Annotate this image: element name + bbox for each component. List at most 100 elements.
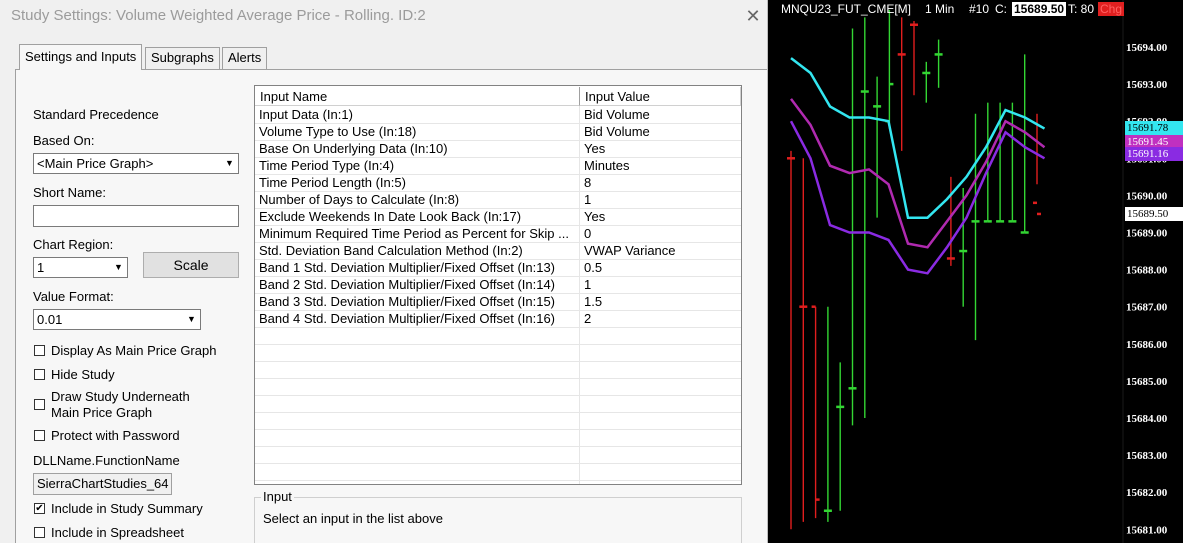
- value-format-value: 0.01: [37, 312, 63, 327]
- table-row[interactable]: Base On Underlying Data (In:10) Yes: [255, 141, 741, 158]
- input-value-cell: Yes: [584, 141, 606, 156]
- y-tick-label: 15685.00: [1126, 376, 1168, 388]
- hide-study-checkbox[interactable]: Hide Study: [34, 367, 254, 385]
- table-row[interactable]: [255, 362, 741, 379]
- table-row[interactable]: Volume Type to Use (In:18) Bid Volume: [255, 124, 741, 141]
- draw-study-underneath-checkbox[interactable]: Draw Study Underneath Main Price Graph: [34, 389, 254, 423]
- inputs-table[interactable]: Input Name Input Value Input Data (In:1)…: [254, 85, 742, 485]
- y-tick-label: 15694.00: [1126, 42, 1168, 54]
- tab-alerts[interactable]: Alerts: [222, 47, 268, 69]
- input-name-cell: Minimum Required Time Period as Percent …: [259, 226, 569, 241]
- y-tick-label: 15689.00: [1126, 228, 1168, 240]
- table-row[interactable]: Band 2 Std. Deviation Multiplier/Fixed O…: [255, 277, 741, 294]
- input-value-cell: 1: [584, 192, 592, 207]
- vwap-line: [790, 57, 1046, 219]
- value-format-select[interactable]: 0.01: [33, 309, 201, 330]
- table-row[interactable]: [255, 413, 741, 430]
- scale-button[interactable]: Scale: [143, 252, 239, 278]
- table-row[interactable]: Minimum Required Time Period as Percent …: [255, 226, 741, 243]
- input-name-cell: Time Period Type (In:4): [259, 158, 395, 173]
- y-tick-label: 15683.00: [1126, 450, 1168, 462]
- input-value-cell: 1: [584, 277, 592, 292]
- based-on-select[interactable]: <Main Price Graph>: [33, 153, 239, 174]
- chart-region-value: 1: [37, 260, 45, 275]
- chevron-down-icon: [184, 311, 199, 328]
- input-name-cell: Input Data (In:1): [259, 107, 353, 122]
- input-name-cell: Band 2 Std. Deviation Multiplier/Fixed O…: [259, 277, 556, 292]
- chart-change: Chg: [1098, 2, 1125, 16]
- checkbox-label: Display As Main Price Graph: [51, 343, 217, 358]
- table-row[interactable]: [255, 396, 741, 413]
- chart-symbol: MNQU23_FUT_CME[M]: [781, 2, 912, 16]
- chart-region-select[interactable]: 1: [33, 257, 128, 278]
- checkbox-label-line2: Main Price Graph: [51, 405, 153, 420]
- y-tick-label: 15687.00: [1126, 302, 1168, 314]
- y-tick-label: 15693.00: [1126, 79, 1168, 91]
- table-row[interactable]: Input Data (In:1) Bid Volume: [255, 107, 741, 124]
- table-row[interactable]: Band 4 Std. Deviation Multiplier/Fixed O…: [255, 311, 741, 328]
- based-on-value: <Main Price Graph>: [37, 156, 154, 171]
- dialog-title: Study Settings: Volume Weighted Average …: [11, 7, 426, 24]
- input-name-cell: Band 3 Std. Deviation Multiplier/Fixed O…: [259, 294, 556, 309]
- chart-ticks: T: 80: [1068, 2, 1095, 16]
- table-row[interactable]: Band 3 Std. Deviation Multiplier/Fixed O…: [255, 294, 741, 311]
- tab-settings-and-inputs[interactable]: Settings and Inputs: [19, 44, 143, 70]
- display-as-main-price-graph-checkbox[interactable]: Display As Main Price Graph: [34, 343, 254, 361]
- input-value-cell: 2: [584, 311, 592, 326]
- short-name-input[interactable]: [33, 205, 239, 227]
- input-value-cell: 0.5: [584, 260, 603, 275]
- input-value-cell: Bid Volume: [584, 107, 650, 122]
- standard-precedence-label: Standard Precedence: [33, 107, 159, 122]
- input-value-cell: Minutes: [584, 158, 630, 173]
- chart-header: MNQU23_FUT_CME[M] 1 Min #10 C: 15689.50 …: [777, 0, 1183, 18]
- input-value-cell: 8: [584, 175, 592, 190]
- price-chart[interactable]: 15694.0015693.0015692.0015691.0015690.00…: [777, 0, 1183, 543]
- table-row[interactable]: Exclude Weekends In Date Look Back (In:1…: [255, 209, 741, 226]
- include-in-spreadsheet-checkbox[interactable]: Include in Spreadsheet: [34, 525, 254, 543]
- table-row[interactable]: Time Period Length (In:5) 8: [255, 175, 741, 192]
- checkbox-icon: [34, 527, 45, 538]
- chart-close-label: C:: [995, 2, 1007, 16]
- input-value-cell: 0: [584, 226, 592, 241]
- input-name-cell: Std. Deviation Band Calculation Method (…: [259, 243, 523, 258]
- checkbox-icon: [34, 345, 45, 356]
- table-row[interactable]: Number of Days to Calculate (In:8) 1: [255, 192, 741, 209]
- checkbox-label: Hide Study: [51, 367, 115, 382]
- y-tick-label: 15684.00: [1126, 413, 1168, 425]
- close-icon[interactable]: [742, 5, 764, 27]
- table-row[interactable]: [255, 464, 741, 481]
- chart-canvas[interactable]: 15694.0015693.0015692.0015691.0015690.00…: [777, 0, 1183, 543]
- chevron-down-icon: [222, 155, 237, 172]
- include-in-study-summary-checkbox[interactable]: Include in Study Summary: [34, 501, 254, 519]
- chart-close-value: 15689.50: [1012, 2, 1067, 16]
- input-help-text: Select an input in the list above: [263, 511, 443, 526]
- table-row[interactable]: [255, 447, 741, 464]
- short-name-label: Short Name:: [33, 185, 106, 200]
- column-header-input-value[interactable]: Input Value: [580, 87, 741, 106]
- y-tick-label: 15682.00: [1126, 487, 1168, 499]
- table-row[interactable]: [255, 430, 741, 447]
- table-row[interactable]: Band 1 Std. Deviation Multiplier/Fixed O…: [255, 260, 741, 277]
- table-row[interactable]: Std. Deviation Band Calculation Method (…: [255, 243, 741, 260]
- checkbox-label: Include in Spreadsheet: [51, 525, 184, 540]
- table-row[interactable]: [255, 379, 741, 396]
- input-name-cell: Band 1 Std. Deviation Multiplier/Fixed O…: [259, 260, 556, 275]
- price-tag: 15689.50: [1125, 207, 1183, 221]
- dll-name-field: SierraChartStudies_64: [33, 473, 172, 495]
- input-value-cell: Yes: [584, 209, 606, 224]
- checkbox-label: Protect with Password: [51, 428, 180, 443]
- input-name-cell: Volume Type to Use (In:18): [259, 124, 417, 139]
- table-row[interactable]: [255, 328, 741, 345]
- protect-with-password-checkbox[interactable]: Protect with Password: [34, 428, 254, 446]
- checkbox-label: Include in Study Summary: [51, 501, 203, 516]
- value-format-label: Value Format:: [33, 289, 114, 304]
- table-row[interactable]: Time Period Type (In:4) Minutes: [255, 158, 741, 175]
- checkbox-icon: [34, 369, 45, 380]
- column-header-input-name[interactable]: Input Name: [255, 87, 580, 106]
- checkbox-icon: [34, 399, 45, 410]
- dll-name-label: DLLName.FunctionName: [33, 453, 180, 468]
- y-tick-label: 15681.00: [1126, 524, 1168, 536]
- table-row[interactable]: [255, 345, 741, 362]
- tab-subgraphs[interactable]: Subgraphs: [145, 47, 220, 69]
- input-name-cell: Number of Days to Calculate (In:8): [259, 192, 460, 207]
